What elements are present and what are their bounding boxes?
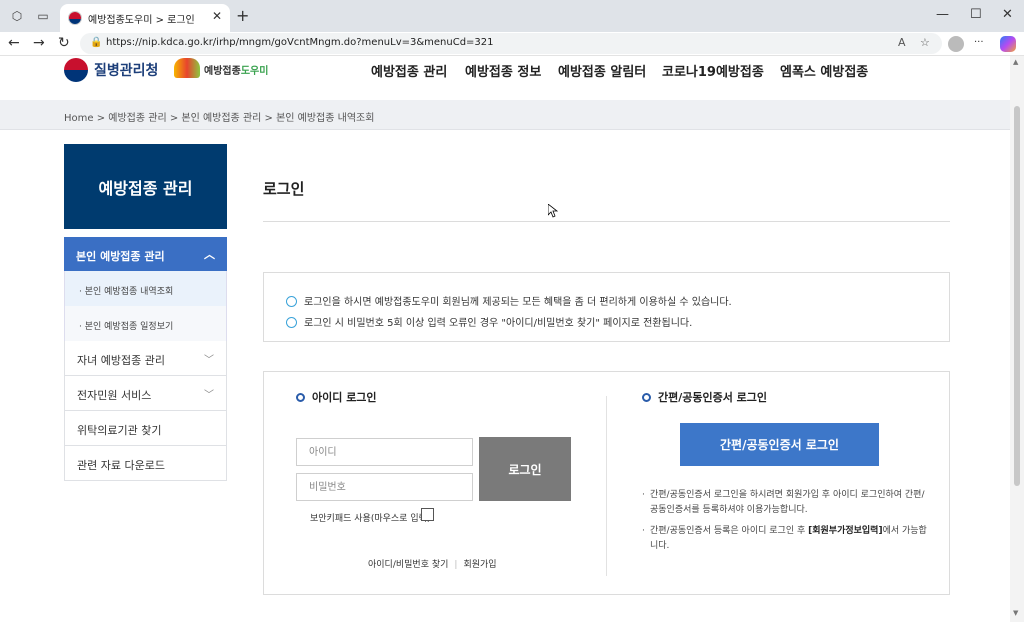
password-input[interactable] bbox=[296, 473, 473, 501]
scroll-up-icon[interactable]: ▲ bbox=[1013, 58, 1018, 66]
url-field[interactable]: 🔒 https://nip.kdca.go.kr/irhp/mngm/goVcn… bbox=[80, 33, 942, 54]
kdca-name[interactable]: 질병관리청 bbox=[94, 60, 158, 80]
sidebar-item-find-clinic[interactable]: 위탁의료기관 찾기 bbox=[64, 411, 227, 446]
page-title: 로그인 bbox=[263, 180, 305, 198]
sidebar-title: 예방접종 관리 bbox=[64, 144, 227, 229]
sidebar-sub-label: 본인 예방접종 일정보기 bbox=[84, 322, 174, 332]
find-id-password-link[interactable]: 아이디/비밀번호 찾기 bbox=[368, 560, 448, 570]
id-login-heading: 아이디 로그인 bbox=[296, 389, 377, 405]
nip-logo-icon[interactable] bbox=[174, 58, 200, 78]
browser-tab-bar: ⬡ ▭ 예방접종도우미 > 로그인 ✕ + — ☐ ✕ bbox=[0, 0, 1024, 32]
sidebar-item-e-civil-service[interactable]: 전자민원 서비스 ﹀ bbox=[64, 376, 227, 411]
breadcrumb: Home > 예방접종 관리 > 본인 예방접종 관리 > 본인 예방접종 내역… bbox=[64, 113, 375, 124]
notice-box: 로그인을 하시면 예방접종도우미 회원님께 제공되는 모든 혜택을 좀 더 편리… bbox=[263, 272, 950, 342]
cert-login-button[interactable]: 간편/공동인증서 로그인 bbox=[680, 423, 879, 466]
notice-item: 로그인 시 비밀번호 5회 이상 입력 오류인 경우 "아이디/비밀번호 찾기"… bbox=[286, 314, 692, 329]
settings-more-icon[interactable]: ··· bbox=[974, 37, 984, 48]
gnb-covid19[interactable]: 코로나19예방접종 bbox=[662, 61, 764, 80]
tab-title: 예방접종도우미 > 로그인 bbox=[88, 15, 195, 26]
chevron-down-icon: ﹀ bbox=[204, 390, 214, 401]
bullet-circle-icon bbox=[296, 393, 305, 402]
address-bar-row: ← → ↻ 🔒 https://nip.kdca.go.kr/irhp/mngm… bbox=[0, 32, 1024, 56]
workspaces-icon[interactable]: ⬡ bbox=[10, 9, 24, 23]
window-close-icon[interactable]: ✕ bbox=[1002, 7, 1013, 22]
favorite-star-icon[interactable]: ☆ bbox=[920, 36, 930, 49]
tab-actions-icon[interactable]: ▭ bbox=[36, 9, 50, 23]
nip-name[interactable]: 예방접종도우미 bbox=[204, 62, 268, 77]
scrollbar-thumb[interactable] bbox=[1014, 106, 1020, 486]
secure-keypad-label: 보안키패드 사용(마우스로 입력) bbox=[310, 514, 431, 524]
title-divider bbox=[263, 221, 950, 222]
login-panel: 아이디 로그인 로그인 보안키패드 사용(마우스로 입력) 아이디/비밀번호 찾… bbox=[263, 371, 950, 595]
login-button[interactable]: 로그인 bbox=[479, 437, 571, 501]
url-text: https://nip.kdca.go.kr/irhp/mngm/goVcntM… bbox=[106, 37, 494, 48]
sidebar-menu: 본인 예방접종 관리 ︿ · 본인 예방접종 내역조회 · 본인 예방접종 일정… bbox=[64, 237, 227, 481]
cert-note-1: 간편/공동인증서 로그인을 하시려면 회원가입 후 아이디 로그인하여 간편/공… bbox=[642, 488, 932, 518]
copilot-icon[interactable] bbox=[1000, 36, 1016, 52]
gnb-vaccination-management[interactable]: 예방접종 관리 bbox=[371, 61, 447, 80]
maximize-icon[interactable]: ☐ bbox=[970, 7, 982, 22]
notice-item: 로그인을 하시면 예방접종도우미 회원님께 제공되는 모든 혜택을 좀 더 편리… bbox=[286, 293, 732, 308]
cert-note-2: 간편/공동인증서 등록은 아이디 로그인 후 [회원부가정보입력]에서 가능합니… bbox=[642, 524, 932, 554]
site-header: 질병관리청 예방접종도우미 예방접종 관리 예방접종 정보 예방접종 알림터 코… bbox=[0, 56, 1010, 100]
sidebar-item-downloads[interactable]: 관련 자료 다운로드 bbox=[64, 446, 227, 481]
speech-bubble-icon bbox=[286, 317, 297, 328]
sidebar-item-child-vaccination[interactable]: 자녀 예방접종 관리 ﹀ bbox=[64, 341, 227, 376]
tab-close-icon[interactable]: ✕ bbox=[212, 9, 222, 23]
lock-icon[interactable]: 🔒 bbox=[90, 37, 102, 48]
speech-bubble-icon bbox=[286, 296, 297, 307]
sidebar-item-label: 전자민원 서비스 bbox=[77, 389, 152, 402]
breadcrumb-band: Home > 예방접종 관리 > 본인 예방접종 관리 > 본인 예방접종 내역… bbox=[0, 100, 1010, 130]
sidebar-sub-history[interactable]: · 본인 예방접종 내역조회 bbox=[64, 271, 227, 306]
scroll-down-icon[interactable]: ▼ bbox=[1013, 609, 1018, 617]
chevron-up-icon: ︿ bbox=[204, 248, 215, 261]
new-tab-button[interactable]: + bbox=[236, 6, 249, 25]
reload-icon[interactable]: ↻ bbox=[58, 35, 70, 51]
back-icon[interactable]: ← bbox=[8, 35, 20, 51]
sidebar-sub-schedule[interactable]: · 본인 예방접종 일정보기 bbox=[64, 306, 227, 341]
mouse-cursor-icon bbox=[548, 204, 558, 218]
minimize-icon[interactable]: — bbox=[936, 7, 949, 22]
active-tab[interactable]: 예방접종도우미 > 로그인 ✕ bbox=[60, 4, 230, 32]
read-aloud-icon[interactable]: A bbox=[898, 36, 906, 49]
forward-icon[interactable]: → bbox=[33, 35, 45, 51]
sidebar-item-label: 본인 예방접종 관리 bbox=[76, 250, 165, 263]
gnb-vaccination-notice[interactable]: 예방접종 알림터 bbox=[558, 61, 646, 80]
page-scrollbar[interactable]: ▲ ▼ bbox=[1010, 56, 1024, 622]
chevron-down-icon: ﹀ bbox=[204, 355, 214, 366]
gnb-mpox[interactable]: 엠폭스 예방접종 bbox=[780, 61, 868, 80]
sidebar-item-label: 위탁의료기관 찾기 bbox=[77, 424, 162, 437]
sidebar-item-self-vaccination[interactable]: 본인 예방접종 관리 ︿ bbox=[64, 237, 227, 271]
bullet-circle-icon bbox=[642, 393, 651, 402]
sidebar-sub-label: 본인 예방접종 내역조회 bbox=[84, 287, 174, 297]
gnb-vaccination-info[interactable]: 예방접종 정보 bbox=[465, 61, 541, 80]
cert-login-heading: 간편/공동인증서 로그인 bbox=[642, 389, 767, 405]
profile-avatar[interactable] bbox=[948, 36, 964, 52]
sidebar-item-label: 자녀 예방접종 관리 bbox=[77, 354, 165, 367]
account-links: 아이디/비밀번호 찾기 | 회원가입 bbox=[368, 560, 497, 570]
secure-keypad-checkbox[interactable] bbox=[421, 508, 434, 521]
kdca-logo-icon[interactable] bbox=[64, 58, 88, 82]
signup-link[interactable]: 회원가입 bbox=[463, 560, 496, 570]
id-input[interactable] bbox=[296, 438, 473, 466]
sidebar-item-label: 관련 자료 다운로드 bbox=[77, 459, 165, 472]
panel-divider bbox=[606, 396, 607, 576]
site-favicon-icon bbox=[68, 11, 82, 25]
